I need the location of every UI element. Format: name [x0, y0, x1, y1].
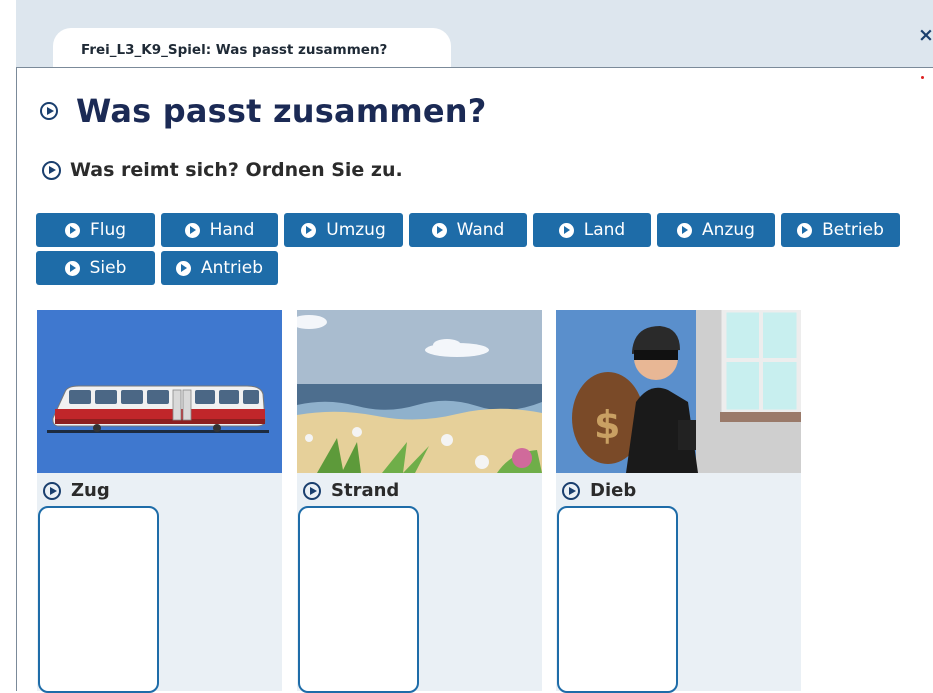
play-icon [175, 260, 191, 276]
word-chip-label: Umzug [326, 220, 386, 240]
left-divider [16, 67, 17, 691]
play-icon [301, 222, 317, 238]
word-chip-antrieb[interactable]: Antrieb [161, 251, 278, 285]
match-card-dieb: $ Dieb [556, 310, 801, 693]
play-icon [431, 222, 447, 238]
play-audio-icon[interactable] [42, 160, 61, 180]
tab-title: Frei_L3_K9_Spiel: Was passt zusammen? [81, 42, 388, 58]
status-dot [921, 76, 924, 79]
drop-zone[interactable] [38, 506, 159, 693]
word-chip-wand[interactable]: Wand [409, 213, 527, 247]
instruction-text: Was reimt sich? Ordnen Sie zu. [70, 159, 403, 181]
page-heading: Was passt zusammen? [40, 92, 487, 130]
word-chip-sieb[interactable]: Sieb [36, 251, 155, 285]
word-chip-label: Flug [89, 220, 127, 240]
play-audio-icon[interactable] [562, 481, 580, 500]
card-label: Zug [43, 480, 110, 501]
drop-zone[interactable] [557, 506, 678, 693]
match-card-zug: Zug [37, 310, 282, 693]
play-icon [64, 260, 80, 276]
beach-image [297, 310, 542, 473]
play-icon [184, 222, 200, 238]
drop-zone[interactable] [298, 506, 419, 693]
match-card-strand: Strand [297, 310, 542, 693]
play-audio-icon[interactable] [43, 481, 61, 500]
word-chip-land[interactable]: Land [533, 213, 651, 247]
play-icon [797, 222, 813, 238]
play-audio-icon[interactable] [40, 102, 58, 120]
word-chip-label: Land [583, 220, 626, 240]
instruction: Was reimt sich? Ordnen Sie zu. [42, 159, 403, 181]
word-chip-betrieb[interactable]: Betrieb [781, 213, 900, 247]
card-label-text: Strand [331, 480, 400, 501]
play-icon [677, 222, 693, 238]
word-chip-label: Hand [209, 220, 255, 240]
word-chip-label: Betrieb [822, 220, 884, 240]
word-chip-label: Sieb [89, 258, 127, 278]
card-label: Strand [303, 480, 399, 501]
thief-image: $ [556, 310, 801, 473]
word-chip-hand[interactable]: Hand [161, 213, 278, 247]
word-chip-label: Wand [456, 220, 505, 240]
page-title: Was passt zusammen? [76, 92, 487, 130]
card-label-text: Zug [71, 480, 110, 501]
card-label: Dieb [562, 480, 636, 501]
word-chip-label: Antrieb [200, 258, 264, 278]
tab-exercise[interactable]: Frei_L3_K9_Spiel: Was passt zusammen? [53, 28, 451, 67]
close-icon[interactable]: × [918, 26, 933, 45]
word-chip-anzug[interactable]: Anzug [657, 213, 775, 247]
play-icon [64, 222, 80, 238]
word-chip-umzug[interactable]: Umzug [284, 213, 403, 247]
card-label-text: Dieb [590, 480, 637, 501]
play-audio-icon[interactable] [303, 481, 321, 500]
svg-text:$: $ [594, 403, 620, 447]
train-image [37, 310, 282, 473]
play-icon [558, 222, 574, 238]
tab-bar: Frei_L3_K9_Spiel: Was passt zusammen? [16, 0, 933, 68]
word-chip-flug[interactable]: Flug [36, 213, 155, 247]
word-chip-label: Anzug [702, 220, 755, 240]
